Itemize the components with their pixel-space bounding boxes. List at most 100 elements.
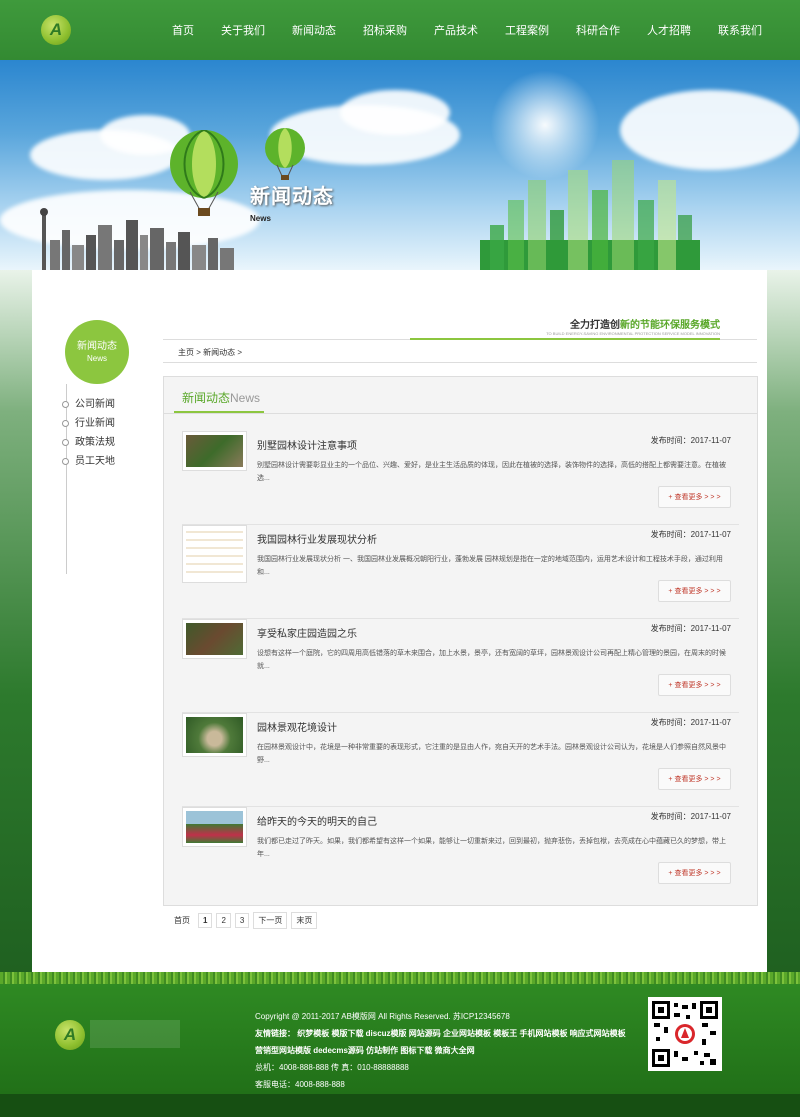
nav-item-news[interactable]: 新闻动态 [292, 22, 336, 38]
banner-subtitle: News [250, 214, 271, 223]
pagination: 首页 1 2 3 下一页 末页 [170, 912, 321, 929]
list-item: 别墅园林设计注意事项 发布时间：2017-11-07 别墅园林设计需要彰显业主的… [182, 431, 739, 525]
pager-next[interactable]: 下一页 [253, 912, 288, 929]
nav-item-contact[interactable]: 联系我们 [718, 22, 762, 38]
nav-item-jobs[interactable]: 人才招聘 [647, 22, 691, 38]
thumbnail-image [186, 529, 243, 579]
list-item: 我国园林行业发展现状分析 发布时间：2017-11-07 我国园林行业发展现状分… [182, 525, 739, 619]
news-summary: 我们都已走过了昨天。如果，我们都希望有这样一个如果，能够让一切重新来过，回到最初… [257, 838, 726, 858]
news-date: 发布时间：2017-11-07 [650, 436, 731, 445]
view-more-button[interactable]: + 查看更多 > > > [658, 862, 731, 884]
news-summary: 别墅园林设计需要彰显业主的一个品位、兴趣、爱好，是业主生活品质的体现，因此在植被… [257, 462, 726, 482]
pager-first[interactable]: 首页 [170, 913, 194, 928]
list-item: 给昨天的今天的明天的自己 发布时间：2017-11-07 我们都已走过了昨天。如… [182, 807, 739, 901]
view-more-button[interactable]: + 查看更多 > > > [658, 580, 731, 602]
pager-page-3[interactable]: 3 [234, 913, 250, 928]
news-thumbnail[interactable] [182, 619, 247, 659]
sidebar-item-label: 员工天地 [75, 455, 115, 467]
footer-info: Copyright @ 2011-2017 AB模版网 All Rights R… [255, 1008, 635, 1093]
sidebar-item-policy[interactable]: 政策法规 [62, 433, 115, 452]
view-more-button[interactable]: + 查看更多 > > > [658, 768, 731, 790]
nav-item-research[interactable]: 科研合作 [576, 22, 620, 38]
logo-letter: A [63, 1025, 77, 1044]
bullet-icon [62, 420, 69, 427]
slogan: 全力打造创新的节能环保服务模式 [410, 316, 720, 331]
qr-code-icon [648, 997, 722, 1071]
logo[interactable]: A [41, 15, 71, 45]
pager-last[interactable]: 末页 [291, 912, 318, 929]
slogan-prefix: 全力打造创 [570, 320, 620, 331]
tab-news[interactable]: 新闻动态News [182, 389, 260, 406]
view-more-button[interactable]: + 查看更多 > > > [658, 674, 731, 696]
header: A 首页 关于我们 新闻动态 招标采购 产品技术 工程案例 科研合作 人才招聘 … [0, 0, 800, 60]
tab-label-en: News [230, 391, 261, 405]
news-thumbnail[interactable] [182, 525, 247, 583]
main-nav: 首页 关于我们 新闻动态 招标采购 产品技术 工程案例 科研合作 人才招聘 联系… [145, 0, 762, 60]
sidebar-item-label: 行业新闻 [75, 417, 115, 429]
bullet-icon [62, 458, 69, 465]
thumbnail-image [186, 435, 243, 467]
divider [163, 362, 757, 363]
slogan-english: TO BUILD ENERGY-SAVING ENVIRONMENTAL PRO… [546, 331, 720, 336]
banner-title: 新闻动态 [250, 186, 334, 208]
green-city-illustration [480, 160, 700, 270]
news-summary: 设想有这样一个庭院，它的四周用高低错落的草木来围合，加上水景，景亭，还有宽阔的草… [257, 650, 726, 670]
nav-item-about[interactable]: 关于我们 [221, 22, 265, 38]
sidebar-item-staff[interactable]: 员工天地 [62, 452, 115, 471]
pager-page-1[interactable]: 1 [198, 913, 213, 928]
news-thumbnail[interactable] [182, 807, 247, 847]
news-panel: 新闻动态News 别墅园林设计注意事项 发布时间：2017-11-07 别墅园林… [163, 376, 758, 906]
city-skyline-left [40, 208, 234, 270]
sidebar-menu: 公司新闻 行业新闻 政策法规 员工天地 [62, 395, 115, 471]
sidebar-item-label: 政策法规 [75, 436, 115, 448]
nav-item-products[interactable]: 产品技术 [434, 22, 478, 38]
nav-item-cases[interactable]: 工程案例 [505, 22, 549, 38]
sidebar-title-circle: 新闻动态 News [65, 320, 129, 384]
footer-service-phone: 客服电话：4008-888-888 [255, 1080, 345, 1089]
bullet-icon [62, 439, 69, 446]
nav-item-home[interactable]: 首页 [172, 22, 194, 38]
footer-friend-links[interactable]: 友情链接： 织梦模板 模版下载 discuz模版 网站源码 企业网站模板 模板王… [255, 1025, 635, 1059]
footer-logo-text-placeholder [90, 1020, 180, 1048]
news-thumbnail[interactable] [182, 713, 247, 757]
news-date: 发布时间：2017-11-07 [650, 718, 731, 727]
news-summary: 我国园林行业发展现状分析 一、我国园林业发展概况朝阳行业，蓬勃发展 园林规划是指… [257, 556, 723, 576]
breadcrumb[interactable]: 主页 > 新闻动态 > [178, 347, 242, 358]
news-date: 发布时间：2017-11-07 [650, 624, 731, 633]
sidebar-subtitle: News [86, 354, 107, 363]
tab-label-cn: 新闻动态 [182, 391, 231, 405]
footer-copyright: Copyright @ 2011-2017 AB模版网 All Rights R… [255, 1012, 510, 1021]
logo-letter: A [49, 20, 63, 39]
sidebar-title: 新闻动态 [77, 341, 117, 352]
bullet-icon [62, 401, 69, 408]
news-title[interactable]: 别墅园林设计注意事项 [257, 437, 357, 452]
thumbnail-image [186, 811, 243, 843]
nav-item-bidding[interactable]: 招标采购 [363, 22, 407, 38]
thumbnail-image [186, 623, 243, 655]
balloon-icon [265, 128, 305, 180]
slogan-highlight: 新的节能环保服务模式 [620, 320, 720, 331]
news-title[interactable]: 享受私家庄园造园之乐 [257, 625, 357, 640]
sidebar-item-company-news[interactable]: 公司新闻 [62, 395, 115, 414]
thumbnail-image [186, 717, 243, 753]
news-title[interactable]: 园林景观花境设计 [257, 719, 337, 734]
news-title[interactable]: 我国园林行业发展现状分析 [257, 531, 377, 546]
news-title[interactable]: 给昨天的今天的明天的自己 [257, 813, 377, 828]
list-item: 享受私家庄园造园之乐 发布时间：2017-11-07 设想有这样一个庭院，它的四… [182, 619, 739, 713]
list-item: 园林景观花境设计 发布时间：2017-11-07 在园林景观设计中，花境是一种非… [182, 713, 739, 807]
sidebar-item-industry-news[interactable]: 行业新闻 [62, 414, 115, 433]
banner: 新闻动态 News [0, 60, 800, 270]
footer-logo[interactable]: A [55, 1020, 85, 1050]
footer-phone: 总机：4008-888-888 传 真：010-88888888 [255, 1063, 409, 1072]
view-more-button[interactable]: + 查看更多 > > > [658, 486, 731, 508]
footer-bottom-bar [0, 1094, 800, 1117]
news-summary: 在园林景观设计中，花境是一种非常重要的表现形式，它注重的是显由人作，宛自天开的艺… [257, 744, 726, 764]
cloud-decoration [340, 90, 450, 135]
news-date: 发布时间：2017-11-07 [650, 812, 731, 821]
slogan-underline [410, 338, 720, 340]
tab-underline [174, 411, 264, 413]
divider [164, 413, 757, 414]
pager-page-2[interactable]: 2 [216, 913, 231, 928]
news-thumbnail[interactable] [182, 431, 247, 471]
sidebar-item-label: 公司新闻 [75, 398, 115, 410]
